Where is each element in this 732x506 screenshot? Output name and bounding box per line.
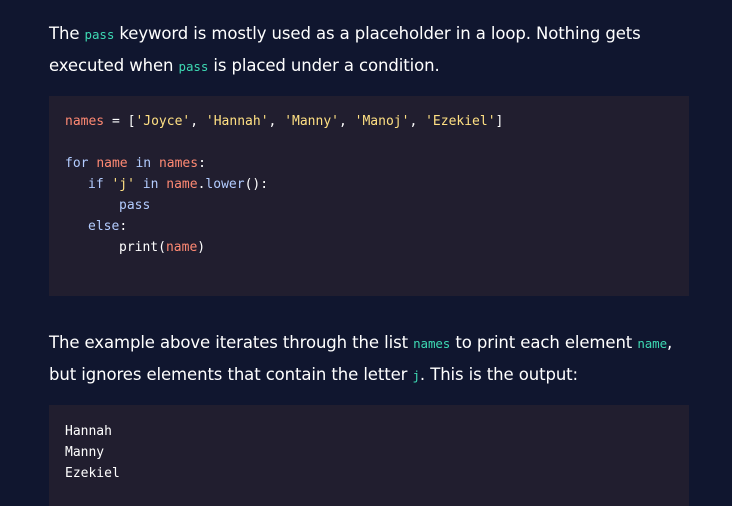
code-token: 'Manny' [284,114,339,129]
inline-code-name: name [637,336,668,351]
explanation-text-1: The example above iterates through the l… [49,333,414,352]
code-token: 'Hannah' [205,114,269,129]
code-token: else [88,219,120,234]
code-token: in [142,177,159,192]
code-token: = [ [104,114,136,129]
code-token: pass [119,198,151,213]
code-token: names [65,114,105,129]
code-token: ) [197,240,206,255]
code-token: name [96,156,128,171]
code-token: , [268,114,285,129]
explanation-paragraph: The example above iterates through the l… [49,327,699,391]
output-line: Hannah [65,424,112,439]
code-token: (): [244,177,269,192]
code-token: , [190,114,206,129]
code-token: ( [158,240,166,255]
code-line-3: if 'j' in name.lower(): [88,174,268,195]
code-token: ] [495,114,504,129]
code-line-6: print(name) [119,237,205,258]
code-token: print [119,240,159,255]
inline-code-j: j [412,368,420,383]
code-token: : [198,156,206,171]
code-block[interactable]: names = ['Joyce', 'Hannah', 'Manny', 'Ma… [49,96,689,296]
code-line-5: else: [88,216,127,237]
code-token: name [166,177,198,192]
code-line-1: names = ['Joyce', 'Hannah', 'Manny', 'Ma… [65,111,503,132]
output-line: Ezekiel [65,466,120,481]
output-block[interactable]: Hannah Manny Ezekiel [49,405,689,506]
intro-text-3: is placed under a condition. [208,56,440,75]
inline-code-pass: pass [84,27,115,42]
code-token: 'j' [111,177,135,192]
code-token: 'Joyce' [135,114,191,129]
inline-code-names: names [413,336,451,351]
explanation-text-2: to print each element [450,333,638,352]
intro-paragraph: The pass keyword is mostly used as a pla… [49,18,699,82]
code-token: , [338,114,355,129]
explanation-text-4: . This is the output: [419,365,579,384]
output-line: Manny [65,445,105,460]
code-token: name [165,240,198,255]
code-token: for [65,156,89,171]
code-token: lower [205,177,245,192]
code-line-4: pass [119,195,150,216]
code-line-2: for name in names: [65,153,206,174]
code-token: : [119,219,128,234]
intro-text-1: The [49,24,85,43]
code-token: in [135,156,152,171]
code-token: names [158,156,199,171]
code-token: 'Ezekiel' [425,114,496,129]
code-token: if [88,177,104,192]
code-token: 'Manoj' [354,114,410,129]
code-token: , [409,114,426,129]
inline-code-pass-2: pass [178,59,209,74]
